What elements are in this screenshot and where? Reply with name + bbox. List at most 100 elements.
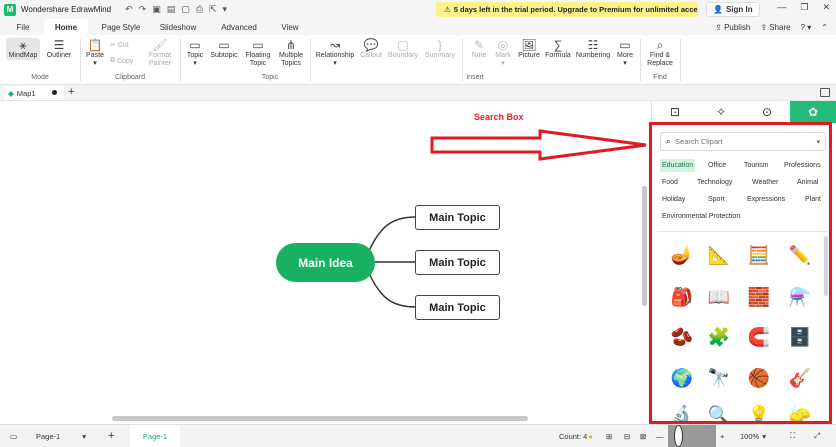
app-logo-icon: M — [4, 3, 16, 16]
help-icon[interactable]: ? ▾ — [801, 23, 812, 32]
summary-label: Summary — [425, 52, 455, 59]
page-select[interactable]: Page-1 ▾ — [36, 425, 86, 447]
ribbon-toolbar: ⚹ MindMap ☰ Outliner Mode 📋 Paste ▾ ✂ Cut… — [0, 35, 836, 85]
share-label: Share — [769, 22, 791, 32]
subtopic-button[interactable]: ▭ Subtopic — [209, 38, 239, 60]
relationship-icon: ↝ — [329, 38, 341, 52]
restore-icon[interactable]: ❐ — [800, 2, 808, 13]
tab-page-style[interactable]: Page Style — [95, 19, 147, 35]
cut-button[interactable]: ✂ Cut — [110, 41, 129, 50]
publish-label: Publish — [724, 22, 751, 32]
tab-advanced[interactable]: Advanced — [213, 19, 265, 35]
fit-screen-icon[interactable]: ⛶ — [790, 425, 795, 447]
multiple-topics-icon: ⋔ — [285, 38, 297, 52]
summary-icon: } — [437, 38, 442, 52]
sparkle-icon: ✧ — [715, 105, 727, 119]
page-tab[interactable]: Page-1 — [130, 425, 180, 447]
save-icon[interactable]: ▢ — [181, 4, 190, 15]
zoom-out-icon[interactable]: — — [656, 425, 664, 447]
close-icon[interactable]: ✕ — [822, 2, 830, 13]
open-file-icon[interactable]: ▤ — [167, 4, 176, 15]
paste-button[interactable]: 📋 Paste ▾ — [84, 38, 106, 68]
cut-label: Cut — [117, 41, 129, 49]
collapse-ribbon-icon[interactable]: ⌃ — [821, 23, 828, 32]
horizontal-scrollbar[interactable] — [112, 416, 528, 421]
publish-button[interactable]: ⇪ Publish — [715, 23, 750, 32]
tab-home[interactable]: Home — [44, 19, 88, 35]
vertical-scrollbar[interactable] — [642, 186, 647, 306]
zoom-dropdown-icon: ▾ — [762, 431, 766, 441]
ribbon-divider — [640, 39, 641, 81]
sidebar-toggle-icon[interactable]: ▭ — [10, 425, 17, 447]
callout-button[interactable]: 💬 Callout — [358, 38, 384, 60]
new-file-icon[interactable]: ▣ — [152, 4, 161, 15]
relationship-dropdown-icon: ▾ — [333, 60, 337, 67]
zoom-in-icon[interactable]: + — [720, 425, 724, 447]
callout-icon: 💬 — [363, 38, 379, 52]
summary-button[interactable]: } Summary — [423, 38, 457, 60]
trial-banner[interactable]: ⚠ 5 days left in the trial period. Upgra… — [436, 2, 698, 17]
document-tab-label: Map1 — [16, 88, 36, 98]
numbering-button[interactable]: ☷ Numbering — [574, 38, 612, 60]
main-topic-node[interactable]: Main Topic — [415, 205, 500, 230]
formula-button[interactable]: ∑ Formula — [544, 38, 572, 60]
document-tab-bar: ◆ Map1 + — [0, 85, 836, 101]
panel-tab-mark[interactable]: ⊙ — [744, 101, 790, 123]
overview-icon[interactable]: ⊠ — [640, 425, 646, 447]
sign-in-button[interactable]: 👤 Sign In — [706, 2, 760, 17]
mindmap-canvas[interactable]: Search Box Main Idea Main Topic Main Top… — [0, 101, 651, 424]
expand-icon[interactable]: ⤢ — [814, 425, 820, 447]
redo-icon[interactable]: ↷ — [139, 4, 147, 15]
boundary-icon: ▢ — [397, 38, 409, 52]
zoom-level[interactable]: 100% ▾ — [740, 425, 766, 447]
panel-toggle-icon[interactable] — [820, 88, 830, 97]
tab-slideshow[interactable]: Slideshow — [152, 19, 204, 35]
relationship-button[interactable]: ↝ Relationship ▾ — [313, 38, 357, 68]
topic-label: Topic — [186, 52, 204, 59]
tab-file[interactable]: File — [8, 19, 38, 35]
note-icon: ✎ — [473, 38, 485, 52]
document-icon: ◆ — [8, 88, 14, 98]
mark-button[interactable]: ◎ Mark ▾ — [492, 38, 514, 68]
user-icon: 👤 — [713, 5, 723, 14]
fullscreen-icon[interactable]: ⊟ — [624, 425, 630, 447]
multiple-topics-button[interactable]: ⋔ Multiple Topics — [276, 38, 306, 68]
note-button[interactable]: ✎ Note — [468, 38, 490, 60]
picture-button[interactable]: 🖼 Picture — [516, 38, 542, 60]
chevron-down-icon: ▾ — [82, 431, 86, 441]
topic-button[interactable]: ▭ Topic ▾ — [184, 38, 206, 68]
find-replace-label-1: Find & — [649, 52, 671, 59]
panel-tab-format[interactable]: ⊡ — [652, 101, 698, 123]
unsaved-dot-icon[interactable] — [52, 90, 57, 95]
floating-topic-button[interactable]: ▭ Floating Topic — [243, 38, 273, 68]
minimize-icon[interactable]: — — [777, 2, 786, 13]
copy-button[interactable]: ⧉ Copy — [110, 57, 133, 65]
outliner-button[interactable]: ☰ Outliner — [44, 38, 74, 60]
fit-page-icon[interactable]: ⊞ — [606, 425, 612, 447]
format-painter-button[interactable]: 🖌 Format Painter — [146, 38, 174, 68]
picture-icon: 🖼 — [521, 38, 537, 52]
main-topic-node[interactable]: Main Topic — [415, 250, 500, 275]
tab-view[interactable]: View — [273, 19, 307, 35]
panel-tab-ai[interactable]: ✧ — [698, 101, 744, 123]
outliner-icon: ☰ — [53, 38, 65, 52]
copy-icon: ⧉ — [110, 57, 115, 64]
picture-label: Picture — [518, 52, 540, 59]
more-button[interactable]: ▭ More ▾ — [614, 38, 636, 68]
group-topic-label: Topic — [261, 74, 279, 81]
add-page-plus-icon[interactable]: + — [108, 425, 114, 447]
share-button[interactable]: ⇪ Share — [760, 23, 790, 32]
export-icon[interactable]: ⇱ — [209, 4, 217, 15]
mindmap-button[interactable]: ⚹ MindMap — [6, 38, 40, 60]
main-idea-node[interactable]: Main Idea — [276, 243, 375, 282]
zoom-slider-knob[interactable] — [674, 425, 683, 447]
app-title: Wondershare EdrawMind — [21, 5, 112, 14]
customize-icon[interactable]: ▾ — [223, 4, 228, 15]
find-replace-button[interactable]: ⌕ Find & Replace — [644, 38, 676, 68]
undo-icon[interactable]: ↶ — [125, 4, 133, 15]
main-topic-node[interactable]: Main Topic — [415, 295, 500, 320]
panel-tab-clipart[interactable]: ✿ — [790, 101, 836, 123]
print-icon[interactable]: ⎙ — [196, 4, 203, 15]
new-tab-plus-icon[interactable]: + — [68, 86, 74, 98]
boundary-button[interactable]: ▢ Boundary — [387, 38, 419, 60]
